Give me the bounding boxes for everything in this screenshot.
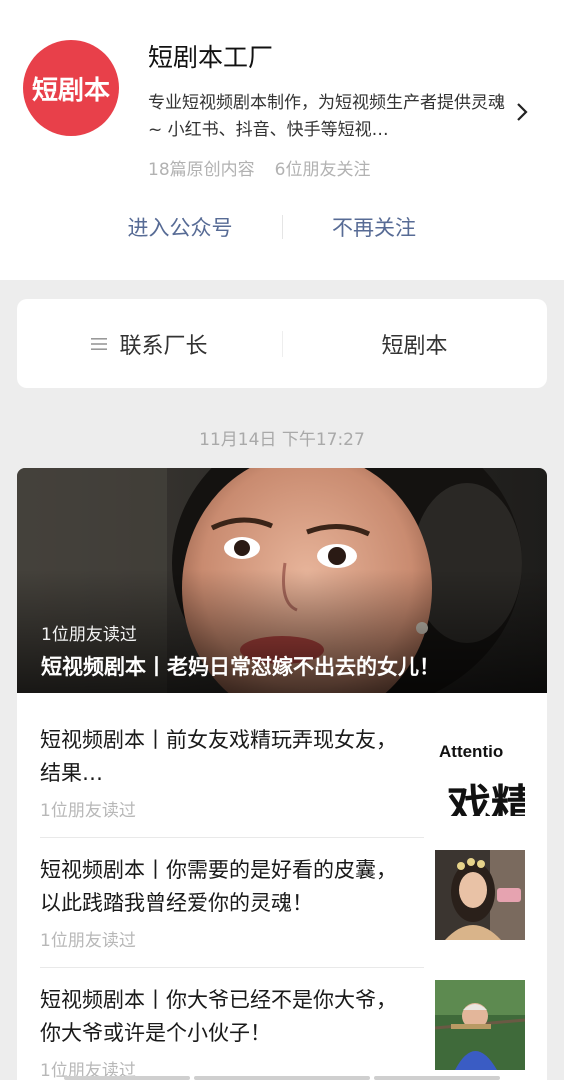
message-timestamp: 11月14日 下午17:27 (199, 430, 365, 450)
page: 短剧本 短剧本工厂 专业短视频剧本制作，为短视频生产者提供灵魂 ~ 小红书、抖音… (0, 0, 564, 1080)
action-divider (282, 215, 283, 239)
article-readers: 1位朋友读过 (40, 801, 136, 821)
article-title: 短视频剧本丨你需要的是好看的皮囊，以此践踏我曾经爱你的灵魂！ (40, 858, 397, 915)
scroll-hint (194, 1076, 370, 1080)
friends-following: 6位朋友关注 (274, 160, 371, 180)
account-avatar[interactable]: 短剧本 (23, 40, 119, 136)
chevron-right-icon[interactable] (512, 100, 532, 124)
featured-readers: 1位朋友读过 (41, 625, 137, 645)
thumbnail-text-line2: 戏精 (447, 781, 525, 816)
unfollow-button[interactable]: 不再关注 (294, 212, 454, 242)
menu-lines-icon (91, 337, 108, 350)
article-row[interactable]: 短视频剧本丨你大爷已经不是你大爷，你大爷或许是个小伙子！ 1位朋友读过 (17, 968, 547, 1080)
menu-item-label: 短剧本 (381, 333, 448, 359)
article-title: 短视频剧本丨前女友戏精玩弄现女友，结果… (40, 728, 397, 785)
menu-item-scripts[interactable]: 短剧本 (282, 299, 547, 388)
article-title: 短视频剧本丨你大爷已经不是你大爷，你大爷或许是个小伙子！ (40, 988, 397, 1045)
account-name[interactable]: 短剧本工厂 (148, 38, 273, 74)
account-description[interactable]: 专业短视频剧本制作，为短视频生产者提供灵魂 ~ 小红书、抖音、快手等短视… (148, 90, 508, 144)
scroll-hint (374, 1076, 500, 1080)
article-card: 1位朋友读过 短视频剧本丨老妈日常怼嫁不出去的女儿！ 短视频剧本丨前女友戏精玩弄… (17, 468, 547, 1080)
article-thumbnail (435, 980, 525, 1070)
menu-item-label: 联系厂长 (119, 333, 208, 359)
article-row[interactable]: 短视频剧本丨你需要的是好看的皮囊，以此践踏我曾经爱你的灵魂！ 1位朋友读过 (17, 838, 547, 968)
avatar-text: 短剧本 (31, 75, 110, 106)
account-stats: 18篇原创内容 6位朋友关注 (148, 155, 370, 180)
article-thumbnail: Attentio 戏精 (435, 726, 525, 816)
menu-item-contact[interactable]: 联系厂长 (17, 299, 282, 388)
featured-article[interactable]: 1位朋友读过 短视频剧本丨老妈日常怼嫁不出去的女儿！ (17, 468, 547, 693)
thumbnail-text-image: Attentio 戏精 (435, 726, 525, 816)
featured-title: 短视频剧本丨老妈日常怼嫁不出去的女儿！ (41, 655, 440, 679)
enter-account-button[interactable]: 进入公众号 (100, 212, 260, 242)
original-count: 18篇原创内容 (148, 160, 255, 180)
article-readers: 1位朋友读过 (40, 931, 136, 951)
scroll-hint (64, 1076, 190, 1080)
account-header: 短剧本 短剧本工厂 专业短视频剧本制作，为短视频生产者提供灵魂 ~ 小红书、抖音… (0, 0, 564, 280)
article-row[interactable]: 短视频剧本丨前女友戏精玩弄现女友，结果… 1位朋友读过 Attentio 戏精 (17, 708, 547, 838)
thumbnail-elder-image (435, 980, 525, 1070)
menu-bar: 联系厂长 短剧本 (17, 299, 547, 388)
thumbnail-portrait-image (435, 850, 525, 940)
article-thumbnail (435, 850, 525, 940)
thumbnail-text-line1: Attentio (439, 742, 504, 761)
